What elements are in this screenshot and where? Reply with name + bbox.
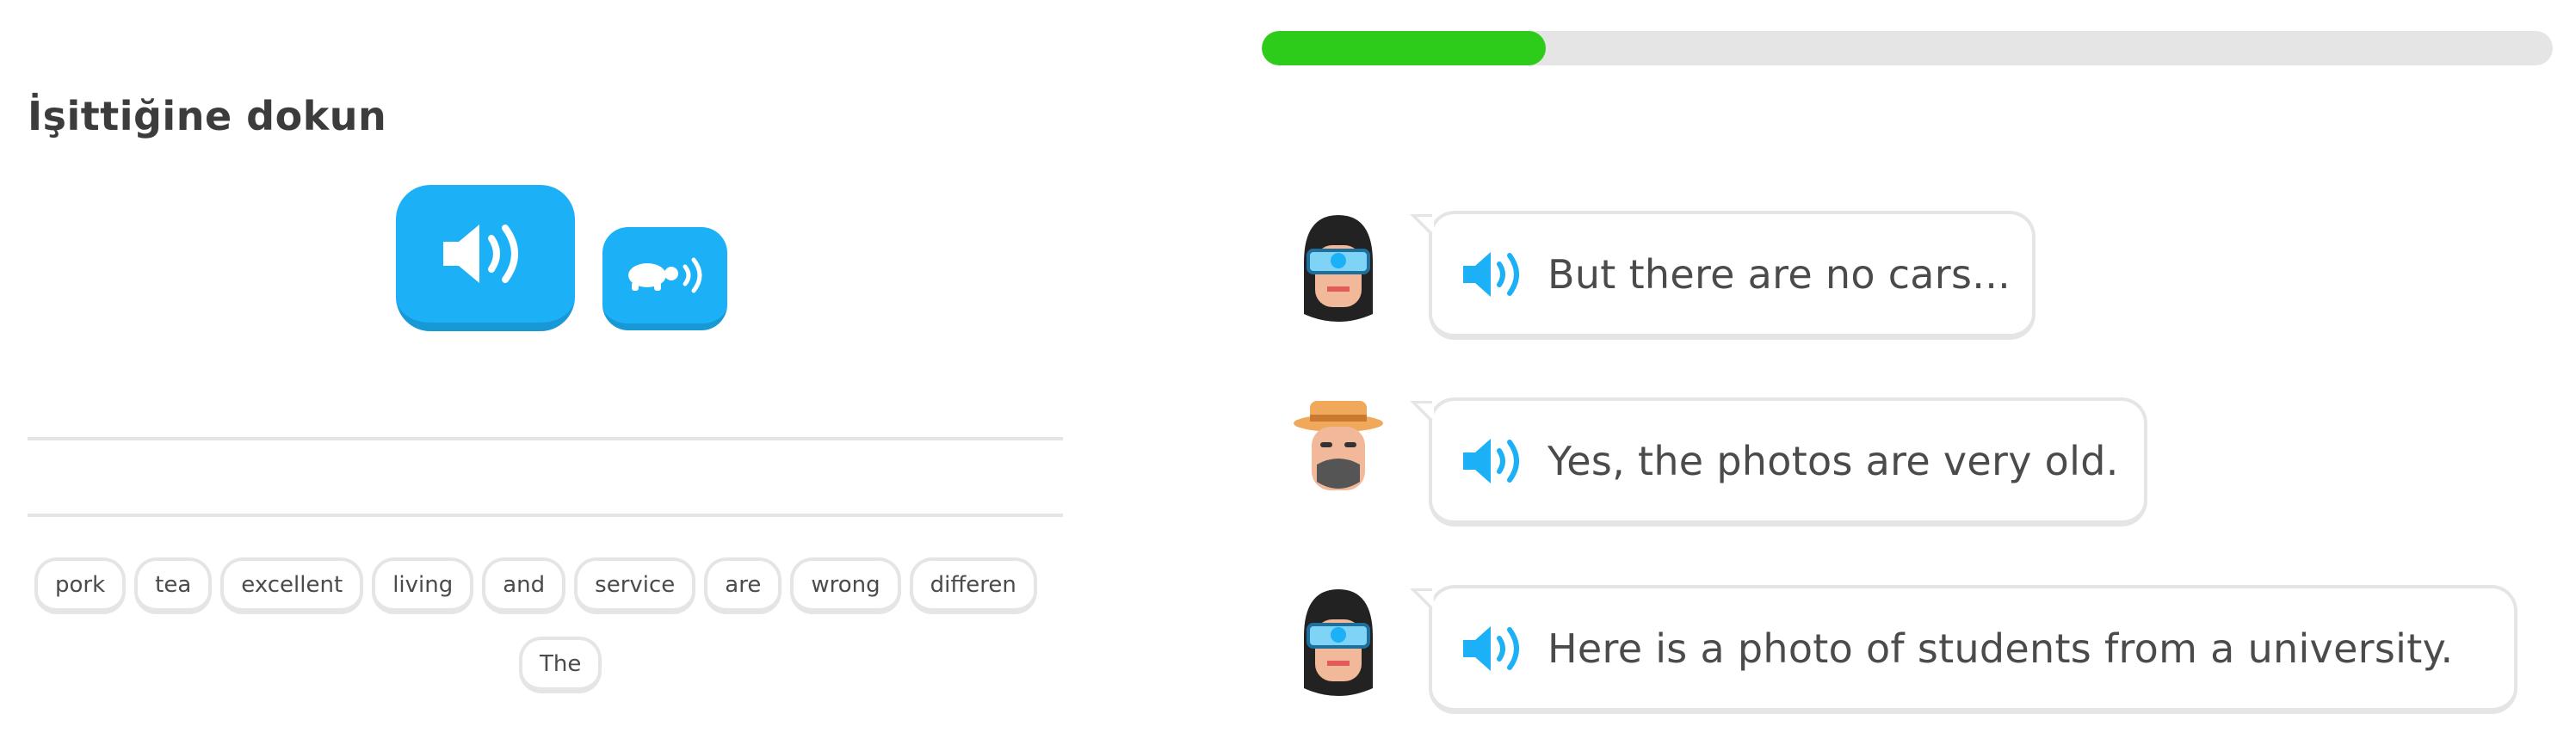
play-audio-button[interactable]: [396, 185, 575, 331]
speaker-icon[interactable]: [1460, 623, 1529, 674]
word-chip[interactable]: wrong: [790, 557, 901, 614]
speech-bubble: Here is a photo of students from a unive…: [1410, 585, 2517, 714]
speech-bubble: But there are no cars...: [1410, 211, 2035, 340]
speaker-icon[interactable]: [1460, 249, 1529, 300]
word-chip[interactable]: The: [519, 637, 602, 693]
speaker-icon[interactable]: [1460, 435, 1529, 487]
speech-bubble: Yes, the photos are very old.: [1410, 397, 2147, 526]
word-chip[interactable]: service: [574, 557, 696, 614]
word-chip[interactable]: living: [372, 557, 474, 614]
word-chip[interactable]: pork: [34, 557, 127, 614]
word-bank: pork tea excellent living and service ar…: [34, 557, 1063, 614]
male-avatar-icon: [1294, 401, 1383, 490]
word-chip[interactable]: tea: [134, 557, 213, 614]
word-chip[interactable]: differen: [909, 557, 1037, 614]
instruction-title: İşittiğine dokun: [28, 93, 387, 139]
female-avatar-icon: [1304, 589, 1373, 696]
word-chip[interactable]: are: [704, 557, 782, 614]
message-text: Here is a photo of students from a unive…: [1547, 625, 2454, 672]
answer-line-2: [28, 514, 1063, 517]
turtle-speaker-icon: [627, 257, 701, 293]
play-slow-audio-button[interactable]: [602, 227, 727, 330]
lesson-progress-fill: [1262, 31, 1546, 65]
message-text: But there are no cars...: [1547, 250, 2011, 298]
word-chip[interactable]: excellent: [220, 557, 364, 614]
word-chip[interactable]: and: [482, 557, 566, 614]
message-text: Yes, the photos are very old.: [1547, 437, 2119, 484]
word-bank-row: pork tea excellent living and service ar…: [34, 557, 1063, 614]
lesson-progress-bar: [1262, 31, 2553, 65]
female-avatar-icon: [1304, 215, 1373, 322]
dialogue-panel: But there are no cars... Yes, the photos…: [1257, 0, 2576, 751]
answer-line-1: [28, 437, 1063, 440]
speaker-icon: [443, 225, 518, 283]
tap-what-you-hear-panel: İşittiğine dokun pork tea excellent livi…: [0, 0, 1063, 751]
